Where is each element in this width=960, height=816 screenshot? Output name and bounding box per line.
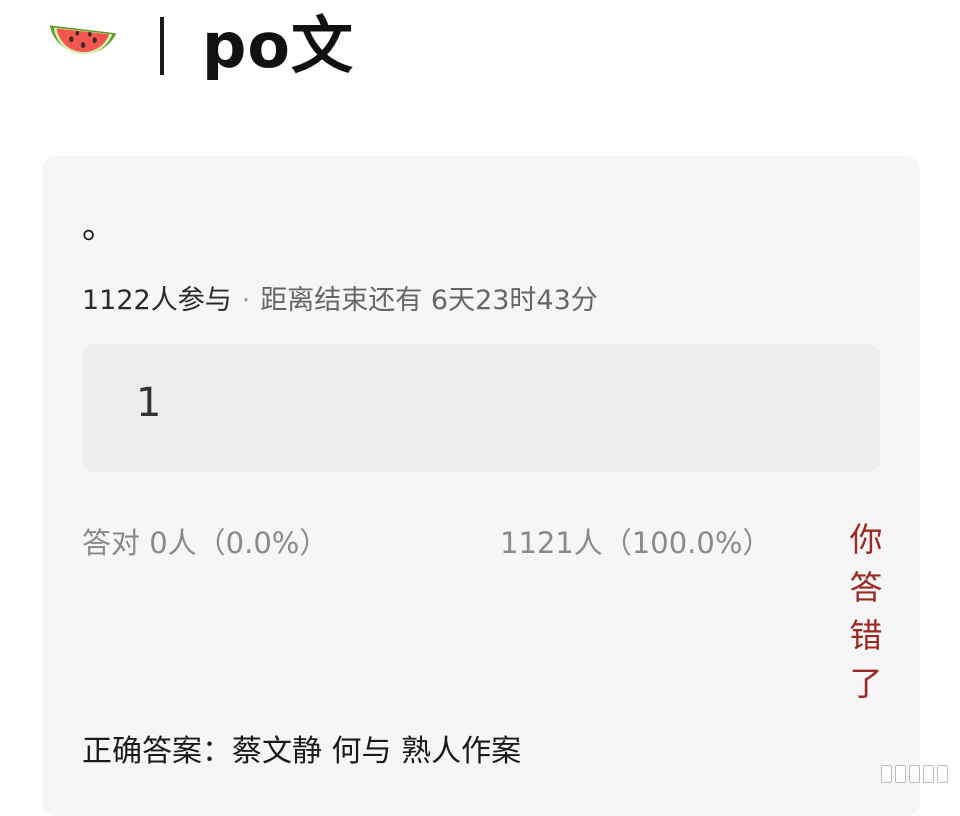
result-label: 你答错了	[849, 520, 883, 703]
indicator-dot	[895, 765, 906, 783]
correct-answer: 正确答案：蔡文静 何与 熟人作案	[82, 734, 522, 769]
indicator-dot	[909, 765, 920, 783]
image-indicator	[881, 765, 948, 783]
poll-option-label: 1	[136, 380, 162, 426]
watermelon-icon	[49, 25, 117, 55]
participant-count: 1122人参与	[82, 285, 232, 316]
poll-meta: 1122人参与 · 距离结束还有 6天23时43分	[82, 278, 598, 317]
poll-card: 。 1122人参与 · 距离结束还有 6天23时43分 1 答对 0人（0.0%） …	[42, 156, 920, 816]
wrong-stat: 1121人（100.0%）	[500, 526, 772, 560]
time-remaining: 距离结束还有 6天23时43分	[260, 285, 598, 316]
header-divider	[160, 17, 164, 75]
header: po文	[44, 8, 354, 84]
indicator-dot	[923, 765, 934, 783]
indicator-dot	[881, 765, 892, 783]
indicator-dot	[937, 765, 948, 783]
poll-question: 。	[82, 207, 116, 247]
page-title: po文	[202, 9, 354, 82]
poll-option[interactable]: 1	[82, 344, 880, 472]
correct-stat: 答对 0人（0.0%）	[82, 526, 329, 560]
meta-separator: ·	[241, 285, 251, 316]
